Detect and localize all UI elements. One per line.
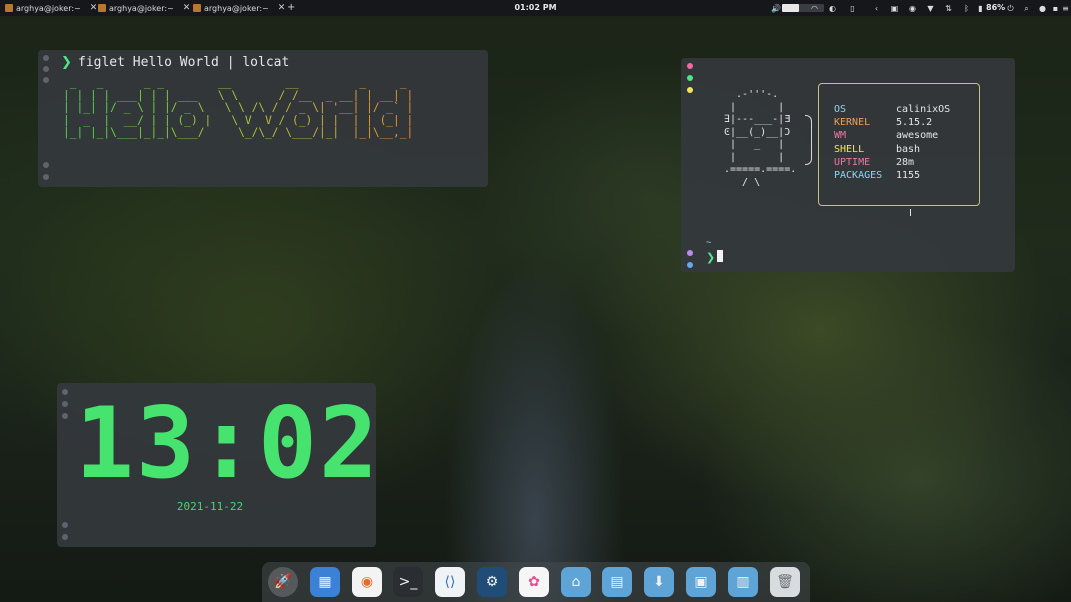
info-key: SHELL [834, 144, 865, 155]
window-dot[interactable] [43, 174, 49, 180]
info-value: bash [896, 144, 921, 155]
info-row-uptime: UPTIME 28m [834, 157, 914, 168]
launchpad-icon[interactable]: 🚀 [268, 567, 298, 597]
text-cursor-icon: Ⅰ [909, 208, 912, 219]
layout-icon[interactable]: ▪ [1051, 4, 1060, 13]
clock-time: 13:02 [75, 387, 381, 501]
trash-icon[interactable]: 🗑 [770, 567, 800, 597]
window-dot[interactable] [62, 413, 68, 419]
vpn-icon[interactable]: ▼ [926, 4, 935, 13]
info-key: PACKAGES [834, 170, 883, 181]
pictures-folder-icon[interactable]: ▣ [686, 567, 716, 597]
window-dot[interactable] [43, 66, 49, 72]
info-value: calinixOS [896, 104, 951, 115]
maximize-dot[interactable] [687, 75, 693, 81]
videos-folder-icon[interactable]: ▥ [728, 567, 758, 597]
battery-icon: ▮ [978, 4, 983, 13]
terminal-command: figlet Hello World | lolcat [78, 55, 290, 70]
wifi-icon[interactable]: ◠ [810, 4, 819, 13]
window-dot[interactable] [62, 389, 68, 395]
info-key: OS [834, 104, 847, 115]
prompt-arrow: ❯ [61, 55, 72, 70]
volume-slider-fill [782, 4, 799, 12]
record-icon[interactable]: ◉ [908, 4, 917, 13]
info-row-os: OS calinixOS [834, 104, 950, 115]
window-dot[interactable] [43, 55, 49, 61]
power-icon[interactable]: ⏻ [1006, 4, 1015, 14]
back-icon[interactable]: ‹ [872, 4, 881, 13]
clipboard-icon[interactable]: ▯ [848, 4, 857, 13]
info-row-shell: SHELL bash [834, 144, 920, 155]
window-dot[interactable] [62, 534, 68, 540]
window-dot[interactable] [62, 401, 68, 407]
window-dot[interactable] [43, 77, 49, 83]
terminal-cursor[interactable] [717, 250, 723, 262]
info-value: awesome [896, 130, 939, 141]
window-dot[interactable] [687, 262, 693, 268]
notifications-icon[interactable]: ● [1038, 4, 1047, 13]
close-dot[interactable] [687, 63, 693, 69]
window-dot[interactable] [43, 162, 49, 168]
info-key: KERNEL [834, 117, 871, 128]
info-value: 28m [896, 157, 915, 168]
info-row-packages: PACKAGES 1155 [834, 170, 920, 181]
info-value: 1155 [896, 170, 921, 181]
window-dot[interactable] [62, 522, 68, 528]
search-icon[interactable]: ⌕ [1022, 4, 1031, 14]
clock-date: 2021-11-22 [176, 500, 244, 513]
archive-manager-icon[interactable]: ▦ [310, 567, 340, 597]
minimize-dot[interactable] [687, 87, 693, 93]
bluetooth-icon[interactable]: ᛒ [962, 4, 971, 13]
steam-icon[interactable]: ⚙ [477, 567, 507, 597]
info-row-kernel: KERNEL 5.15.2 [834, 117, 932, 128]
network-icon[interactable]: ⇅ [944, 4, 953, 13]
photos-icon[interactable]: ✿ [519, 567, 549, 597]
figlet-output: _ _ _ _ __ __ _ _ | | | | ___| | | ___ \… [63, 76, 414, 139]
system-info-box: OS calinixOS KERNEL 5.15.2 WM awesome SHELL… [818, 83, 980, 206]
info-key: WM [834, 130, 847, 141]
home-folder-icon[interactable]: ⌂ [561, 567, 591, 597]
screenshot-icon[interactable]: ▣ [890, 4, 899, 13]
info-key: UPTIME [834, 157, 871, 168]
info-row-wm: WM awesome [834, 130, 938, 141]
top-bar: arghya@joker:~ ✕ arghya@joker:~ ✕ arghya… [0, 0, 1071, 16]
brace-decoration [805, 115, 812, 165]
menu-icon[interactable]: ≡ [1061, 4, 1070, 13]
prompt-arrow: ❯ [706, 251, 716, 264]
window-dot[interactable] [687, 250, 693, 256]
cwd-label: ~ [706, 238, 712, 248]
vscode-icon[interactable]: ⟨⟩ [435, 567, 465, 597]
documents-folder-icon[interactable]: ▤ [602, 567, 632, 597]
distro-ascii-art: .-'''-. | | ∃|---___-|Ǝ Ͼ|__(_)__|Ͻ | _ … [724, 89, 797, 188]
terminal-icon[interactable]: >_ [393, 567, 423, 597]
downloads-folder-icon[interactable]: ⬇ [644, 567, 674, 597]
volume-icon[interactable]: 🔊 [771, 4, 781, 13]
battery-percentage: 86% [986, 3, 1006, 12]
info-value: 5.15.2 [896, 117, 933, 128]
brightness-icon[interactable]: ◐ [828, 4, 837, 13]
firefox-icon[interactable]: ◉ [352, 567, 382, 597]
